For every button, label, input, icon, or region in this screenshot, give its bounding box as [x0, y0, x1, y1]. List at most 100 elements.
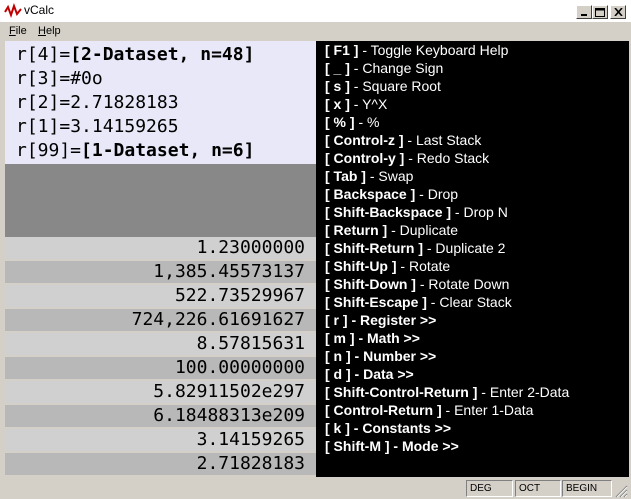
help-entry-square-root: [ s ] - Square Root: [325, 77, 441, 95]
register-prefix: r[2]=: [16, 92, 71, 113]
stack-register-1[interactable]: r[1]=3.14159265: [16, 116, 179, 140]
register-prefix: r[99]=: [16, 140, 82, 161]
help-desc: - Square Root: [349, 78, 441, 94]
help-entry-swap: [ Tab ] - Swap: [325, 167, 413, 185]
number-row[interactable]: 724,226.61691627: [5, 309, 316, 331]
stack-register-2[interactable]: r[2]=2.71828183: [16, 92, 179, 116]
help-entry-f1: [ F1 ] - Toggle Keyboard Help: [325, 41, 508, 59]
menu-file[interactable]: File: [9, 25, 27, 37]
minimize-icon: [581, 14, 587, 16]
help-desc: - %: [354, 114, 380, 130]
number-row[interactable]: 100.00000000: [5, 357, 316, 379]
register-value: [2-Dataset, n=48]: [70, 44, 255, 65]
stack-divider: [5, 164, 316, 237]
help-entry-mode-menu[interactable]: [ Shift-M ] - Mode >>: [325, 437, 459, 455]
help-key: [ Control-y ]: [325, 150, 405, 166]
status-state: BEGIN: [562, 480, 612, 497]
register-value: #0o: [70, 68, 103, 89]
register-prefix: r[3]=: [16, 68, 71, 89]
help-key: [ Shift-Return ]: [325, 240, 423, 256]
help-entry-clear-stack: [ Shift-Escape ] - Clear Stack: [325, 293, 512, 311]
register-value: [1-Dataset, n=6]: [81, 140, 255, 161]
help-key: [ x ]: [325, 96, 350, 112]
number-row[interactable]: 6.18488313e209: [5, 405, 316, 427]
help-entry-enter-2-data: [ Shift-Control-Return ] - Enter 2-Data: [325, 383, 569, 401]
help-desc: - Duplicate: [387, 222, 459, 238]
number-row[interactable]: 2.71828183: [5, 453, 316, 475]
stack-register-99[interactable]: r[99]=[1-Dataset, n=6]: [16, 140, 254, 164]
help-key: [ k ]: [325, 420, 350, 436]
help-desc: - Register >>: [347, 312, 437, 328]
maximize-button[interactable]: [592, 5, 608, 19]
stack-register-4[interactable]: r[4]=[2-Dataset, n=48]: [16, 44, 254, 68]
help-key: [ Control-z ]: [325, 132, 404, 148]
help-desc: - Math >>: [354, 330, 420, 346]
help-desc: - Enter 1-Data: [441, 402, 534, 418]
register-prefix: r[1]=: [16, 116, 71, 137]
menu-help-rest: elp: [45, 25, 61, 37]
help-key: [ Shift-Escape ]: [325, 294, 427, 310]
maximize-icon: [595, 7, 605, 17]
help-entry-math-menu[interactable]: [ m ] - Math >>: [325, 329, 420, 347]
stack-register-3[interactable]: r[3]=#0o: [16, 68, 103, 92]
help-desc: - Rotate: [396, 258, 451, 274]
help-key: [ n ]: [325, 348, 351, 364]
register-prefix: r[4]=: [16, 44, 71, 65]
number-row[interactable]: 1,385.45573137: [5, 261, 316, 283]
keyboard-help-panel: [ F1 ] - Toggle Keyboard Help [ _ ] - Ch…: [316, 41, 629, 477]
help-entry-constants-menu[interactable]: [ k ] - Constants >>: [325, 419, 451, 437]
menu-file-rest: ile: [15, 25, 27, 37]
close-icon: [613, 8, 623, 16]
help-entry-rotate-down: [ Shift-Down ] - Rotate Down: [325, 275, 509, 293]
help-desc: - Toggle Keyboard Help: [358, 42, 509, 58]
help-key: [ Backspace ]: [325, 186, 416, 202]
help-entry-drop-n: [ Shift-Backspace ] - Drop N: [325, 203, 508, 221]
help-key: [ % ]: [325, 114, 355, 130]
title-bar[interactable]: vCalc: [0, 0, 631, 22]
status-bar: DEG OCT BEGIN: [0, 477, 631, 499]
number-row[interactable]: 3.14159265: [5, 429, 316, 451]
help-entry-duplicate: [ Return ] - Duplicate: [325, 221, 458, 239]
help-entry-data-menu[interactable]: [ d ] - Data >>: [325, 365, 414, 383]
number-row[interactable]: 5.82911502e297: [5, 381, 316, 403]
help-desc: - Data >>: [350, 366, 414, 382]
help-desc: - Drop: [415, 186, 459, 202]
menu-bar: File Help: [0, 22, 631, 41]
register-value: 3.14159265: [70, 116, 179, 137]
register-value: 2.71828183: [70, 92, 179, 113]
number-row[interactable]: 522.73529967: [5, 285, 316, 307]
vcalc-window: vCalc File Help r[4]=[2-Dataset, n=48] r…: [0, 0, 631, 499]
help-entry-number-menu[interactable]: [ n ] - Number >>: [325, 347, 436, 365]
help-desc: - Enter 2-Data: [477, 384, 570, 400]
help-entry-redo-stack: [ Control-y ] - Redo Stack: [325, 149, 489, 167]
help-entry-drop: [ Backspace ] - Drop: [325, 185, 458, 203]
help-entry-change-sign: [ _ ] - Change Sign: [325, 59, 443, 77]
help-desc: - Constants >>: [349, 420, 452, 436]
app-logo-icon: [4, 3, 22, 19]
stack-panel[interactable]: r[4]=[2-Dataset, n=48] r[3]=#0o r[2]=2.7…: [5, 41, 316, 164]
help-key: [ Tab ]: [325, 168, 366, 184]
help-desc: - Y^X: [349, 96, 388, 112]
minimize-button[interactable]: [576, 5, 592, 19]
menu-file-accel: F: [9, 25, 16, 37]
number-row[interactable]: 8.57815631: [5, 333, 316, 355]
help-desc: - Clear Stack: [426, 294, 512, 310]
help-entry-last-stack: [ Control-z ] - Last Stack: [325, 131, 481, 149]
help-key: [ F1 ]: [325, 42, 359, 58]
help-key: [ _ ]: [325, 60, 350, 76]
menu-help[interactable]: Help: [38, 25, 61, 37]
help-entry-rotate: [ Shift-Up ] - Rotate: [325, 257, 450, 275]
help-desc: - Redo Stack: [404, 150, 490, 166]
help-desc: - Number >>: [350, 348, 437, 364]
window-title: vCalc: [24, 3, 55, 17]
help-key: [ d ]: [325, 366, 351, 382]
close-button[interactable]: [610, 5, 626, 19]
help-key: [ s ]: [325, 78, 350, 94]
help-entry-register-menu[interactable]: [ r ] - Register >>: [325, 311, 436, 329]
help-entry-duplicate-2: [ Shift-Return ] - Duplicate 2: [325, 239, 505, 257]
help-desc: - Change Sign: [349, 60, 444, 76]
help-desc: - Last Stack: [403, 132, 482, 148]
help-desc: - Swap: [365, 168, 414, 184]
resize-grip-icon[interactable]: [614, 484, 628, 498]
number-row[interactable]: 1.23000000: [5, 237, 316, 259]
